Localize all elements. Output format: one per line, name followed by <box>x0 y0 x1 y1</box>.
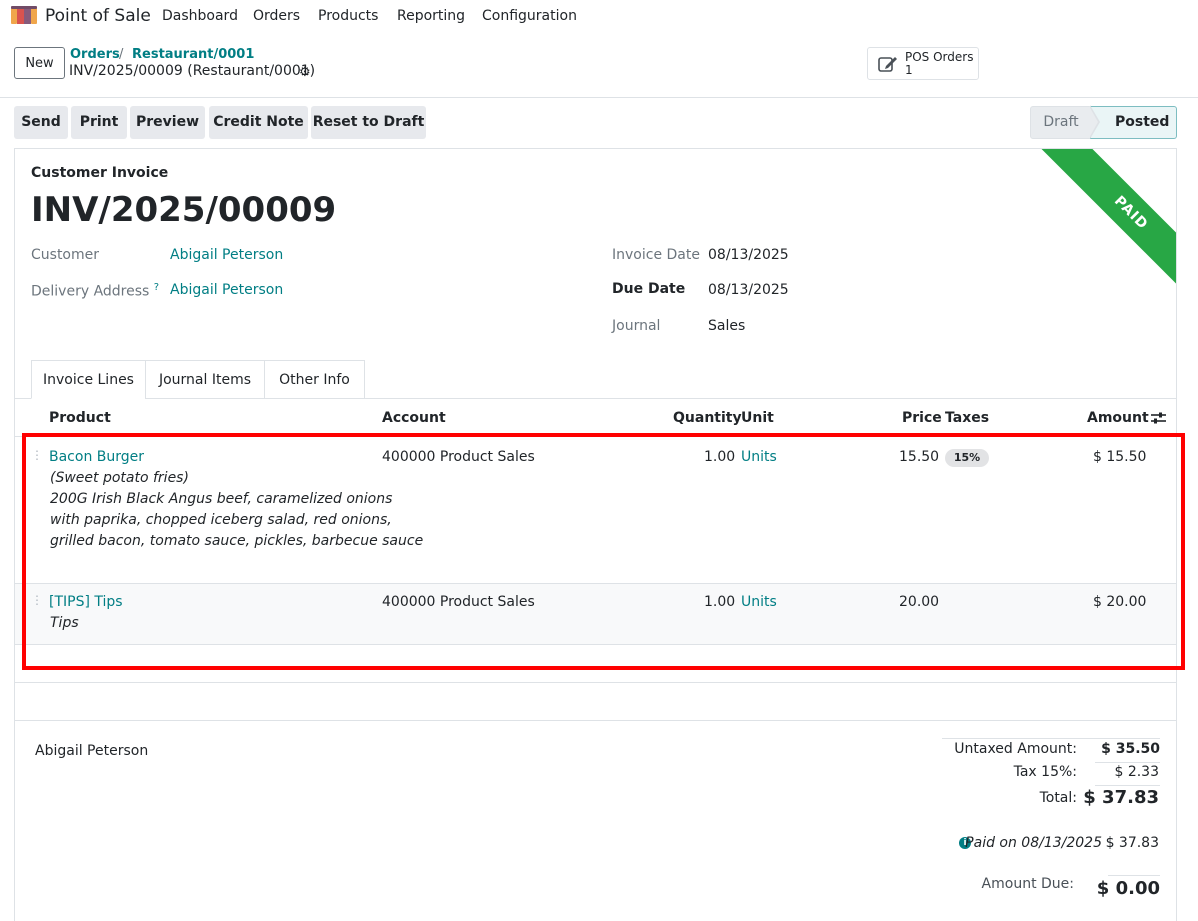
menu-orders[interactable]: Orders <box>253 8 300 24</box>
smart-button-count: 1 <box>905 63 913 77</box>
menu-configuration[interactable]: Configuration <box>482 8 577 24</box>
due-date-field[interactable]: 08/13/2025 <box>708 282 789 298</box>
journal-label: Journal <box>612 318 661 334</box>
menu-dashboard[interactable]: Dashboard <box>162 8 238 24</box>
paid-on-label: Paid on 08/13/2025 <box>965 835 1102 851</box>
column-product[interactable]: Product <box>49 410 111 426</box>
customer-field[interactable]: Abigail Peterson <box>170 247 283 263</box>
due-date-label: Due Date <box>612 281 686 297</box>
column-amount[interactable]: Amount <box>1087 410 1149 426</box>
untaxed-divider <box>1095 762 1160 763</box>
column-taxes[interactable]: Taxes <box>945 410 989 426</box>
paid-ribbon-label: PAID <box>1040 149 1176 299</box>
control-panel: New Orders / Restaurant/0001 INV/2025/00… <box>0 32 1198 98</box>
amount-due-label: Amount Due: <box>981 876 1074 892</box>
reset-to-draft-button[interactable]: Reset to Draft <box>311 106 426 139</box>
help-tooltip-icon[interactable]: ? <box>154 282 159 293</box>
amount-due-value: $ 0.00 <box>1096 878 1160 899</box>
send-button[interactable]: Send <box>14 106 68 139</box>
delivery-address-label-text: Delivery Address <box>31 283 150 300</box>
preview-button[interactable]: Preview <box>130 106 205 139</box>
amount-due-divider <box>1108 875 1160 876</box>
paid-on-value: $ 37.83 <box>1105 835 1159 851</box>
partner-name: Abigail Peterson <box>35 743 149 759</box>
invoice-date-label: Invoice Date <box>612 247 700 263</box>
smart-button-label: POS Orders <box>905 50 974 64</box>
column-unit[interactable]: Unit <box>741 410 774 426</box>
print-button[interactable]: Print <box>71 106 127 139</box>
invoice-date-field[interactable]: 08/13/2025 <box>708 247 789 263</box>
untaxed-amount-label: Untaxed Amount: <box>954 741 1077 757</box>
status-bar: Draft Posted <box>1030 105 1177 139</box>
menu-reporting[interactable]: Reporting <box>397 8 465 24</box>
untaxed-amount-value: $ 35.50 <box>1101 741 1160 757</box>
tab-invoice-lines[interactable]: Invoice Lines <box>31 360 146 399</box>
pos-orders-smart-button[interactable]: POS Orders 1 <box>867 47 979 80</box>
column-quantity[interactable]: Quantity <box>673 410 742 426</box>
paid-ribbon: PAID <box>1011 149 1176 299</box>
status-draft[interactable]: Draft <box>1030 106 1092 139</box>
top-navbar: Point of Sale Dashboard Orders Products … <box>0 0 1198 32</box>
column-settings-icon[interactable] <box>1151 411 1166 425</box>
total-value: $ 37.83 <box>1083 787 1159 808</box>
breadcrumb-separator: / <box>119 47 124 62</box>
total-label: Total: <box>1039 790 1077 806</box>
breadcrumb-orders[interactable]: Orders <box>70 47 120 62</box>
tax-divider <box>1095 785 1160 786</box>
invoice-number: INV/2025/00009 <box>31 190 337 230</box>
delivery-address-field[interactable]: Abigail Peterson <box>170 282 283 298</box>
edit-icon <box>878 57 897 72</box>
document-type: Customer Invoice <box>31 165 169 181</box>
tab-journal-items[interactable]: Journal Items <box>145 360 265 399</box>
breadcrumb-pos-order[interactable]: Restaurant/0001 <box>132 47 254 62</box>
highlight-box <box>22 433 1185 670</box>
pos-app-icon[interactable] <box>11 6 37 24</box>
status-arrow <box>1089 106 1098 138</box>
column-account[interactable]: Account <box>382 410 446 426</box>
tax-label: Tax 15%: <box>1013 764 1077 780</box>
journal-field[interactable]: Sales <box>708 318 745 334</box>
delivery-address-label: Delivery Address ? <box>31 282 159 300</box>
status-posted[interactable]: Posted <box>1090 106 1177 139</box>
breadcrumb-current: INV/2025/00009 (Restaurant/0001) <box>69 63 316 79</box>
new-button[interactable]: New <box>14 47 65 79</box>
app-name[interactable]: Point of Sale <box>45 6 151 26</box>
tab-other-info[interactable]: Other Info <box>264 360 365 399</box>
customer-label: Customer <box>31 247 100 263</box>
totals-top-divider <box>942 738 1160 739</box>
table-footer-divider <box>15 682 1176 683</box>
credit-note-button[interactable]: Credit Note <box>209 106 308 139</box>
menu-products[interactable]: Products <box>318 8 378 24</box>
column-price[interactable]: Price <box>902 410 942 426</box>
tax-value: $ 2.33 <box>1114 764 1159 780</box>
gear-icon[interactable]: ⚙ <box>299 65 311 80</box>
table-bottom-divider <box>15 720 1176 721</box>
